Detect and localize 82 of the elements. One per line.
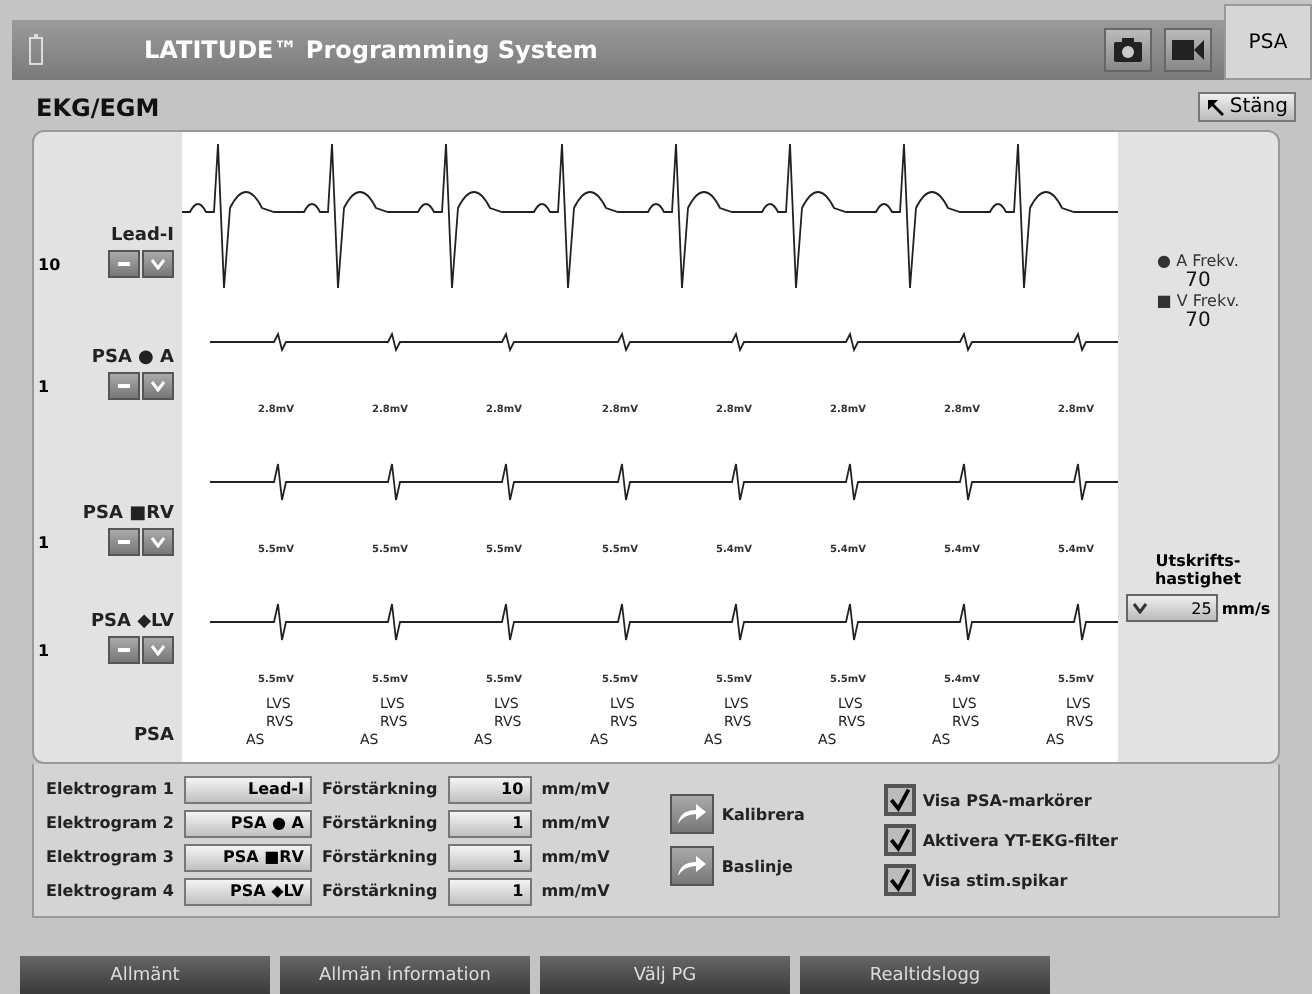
chevron-down-icon	[150, 644, 166, 656]
channel-label: PSA ■RV	[82, 504, 174, 524]
unit-label: mm/mV	[541, 814, 610, 832]
gain-value: 1	[36, 641, 50, 659]
battery-icon	[28, 34, 44, 66]
tab[interactable]: Realtidslogg	[800, 956, 1050, 994]
chevron-down-icon	[150, 380, 166, 392]
action-button[interactable]	[669, 794, 714, 834]
checkmark-icon	[888, 826, 913, 854]
source-button[interactable]: PSA ◆LV	[183, 877, 312, 905]
chevron-down-icon	[150, 536, 166, 548]
gain-label: Förstärkning	[321, 882, 438, 900]
gain-value: 1	[36, 533, 50, 551]
action-label: Kalibrera	[721, 805, 805, 823]
camera-button[interactable]	[1104, 28, 1152, 72]
option-label: Visa PSA-markörer	[922, 791, 1092, 809]
minus-icon	[116, 380, 132, 392]
source-button[interactable]: PSA ● A	[183, 809, 312, 837]
video-camera-icon	[1172, 38, 1204, 62]
source-button[interactable]: PSA ■RV	[183, 843, 312, 871]
unit-label: mm/mV	[541, 882, 610, 900]
source-button[interactable]: Lead-I	[183, 775, 312, 803]
electrogram-label: Elektrogram 4	[46, 882, 174, 900]
chevron-down-icon	[1131, 602, 1148, 614]
psa-button[interactable]: PSA	[1224, 4, 1312, 80]
action-button[interactable]	[669, 846, 714, 886]
increase-button[interactable]	[142, 250, 174, 278]
electrogram-label: Elektrogram 2	[46, 814, 174, 832]
checkbox[interactable]	[884, 864, 917, 896]
unit-label: mm/mV	[541, 780, 610, 798]
gain-label: Förstärkning	[321, 848, 438, 866]
curved-arrow-icon	[675, 802, 708, 826]
panel-title: EKG/EGM	[36, 93, 160, 121]
option-label: Visa stim.spikar	[922, 871, 1068, 889]
checkmark-icon	[888, 866, 913, 894]
gain-label: Förstärkning	[321, 780, 438, 798]
speed-unit: mm/s	[1221, 599, 1271, 617]
camera-icon	[1114, 38, 1142, 62]
decrease-button[interactable]	[108, 528, 140, 556]
minus-icon	[116, 536, 132, 548]
action-label: Baslinje	[721, 857, 793, 875]
decrease-button[interactable]	[108, 636, 140, 664]
channel-label: Lead-I	[111, 226, 174, 246]
gain-button[interactable]: 10	[447, 775, 532, 803]
option-label: Aktivera YT-EKG-filter	[922, 831, 1119, 849]
increase-button[interactable]	[142, 372, 174, 400]
minus-icon	[116, 644, 132, 656]
tab[interactable]: Välj PG	[540, 956, 790, 994]
curved-arrow-icon	[675, 854, 708, 878]
video-camera-button[interactable]	[1164, 28, 1212, 72]
checkbox[interactable]	[884, 824, 917, 856]
gain-button[interactable]: 1	[447, 809, 532, 837]
checkmark-icon	[888, 786, 913, 814]
channel-label: PSA ◆LV	[90, 612, 174, 632]
rate-label: ■ V Frekv.	[1156, 292, 1240, 310]
print-speed-label: Utskrifts- hastighet	[1154, 552, 1242, 588]
decrease-button[interactable]	[108, 250, 140, 278]
electrogram-label: Elektrogram 3	[46, 848, 174, 866]
chevron-down-icon	[150, 258, 166, 270]
minus-icon	[116, 258, 132, 270]
tab[interactable]: Allmän information	[280, 956, 530, 994]
rate-label: ● A Frekv.	[1157, 252, 1239, 270]
decrease-button[interactable]	[108, 372, 140, 400]
checkbox[interactable]	[884, 784, 917, 816]
cursor-icon	[1205, 97, 1226, 117]
window-title: LATITUDE™ Programming System	[144, 36, 600, 64]
increase-button[interactable]	[142, 636, 174, 664]
rate-value: 70	[1185, 310, 1211, 332]
channel-label: PSA ● A	[91, 348, 174, 368]
speed-dropdown[interactable]: 25	[1125, 594, 1218, 622]
gain-button[interactable]: 1	[447, 843, 532, 871]
gain-button[interactable]: 1	[447, 877, 532, 905]
gain-label: Förstärkning	[321, 814, 438, 832]
close-button[interactable]: Stäng	[1197, 92, 1296, 122]
gain-value: 10	[36, 255, 61, 273]
rate-value: 70	[1185, 270, 1211, 292]
increase-button[interactable]	[142, 528, 174, 556]
tab[interactable]: Allmänt	[20, 956, 270, 994]
electrogram-label: Elektrogram 1	[46, 780, 174, 798]
unit-label: mm/mV	[541, 848, 610, 866]
marker-row-label: PSA	[133, 726, 174, 746]
gain-value: 1	[36, 377, 50, 395]
